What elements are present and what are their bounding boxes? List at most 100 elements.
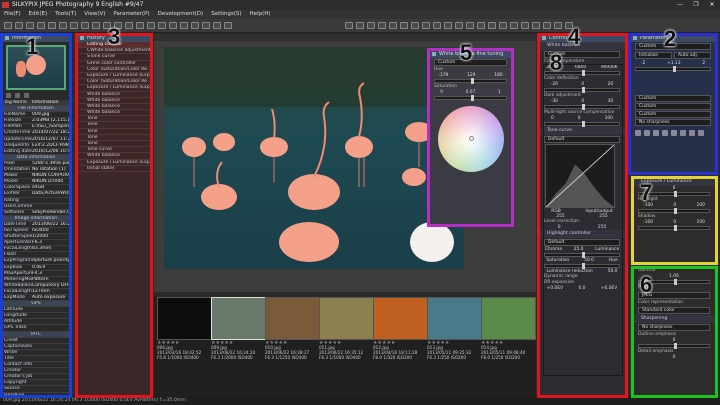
saturation-slider[interactable]: [544, 263, 620, 269]
minimize-button[interactable]: —: [672, 0, 688, 10]
menu-file[interactable]: File(F): [4, 10, 21, 19]
dr-value[interactable]: 0.0: [578, 286, 585, 291]
param-select-4[interactable]: Custom: [635, 111, 711, 118]
toolbar-tool-icon[interactable]: [147, 22, 155, 29]
param-tool-icon[interactable]: [680, 130, 686, 136]
close-button[interactable]: ✕: [704, 0, 720, 10]
toolbar-tool-icon[interactable]: [26, 22, 34, 29]
thumbnail-image[interactable]: [265, 297, 320, 340]
toolbar-tool-icon[interactable]: [15, 22, 23, 29]
popup-saturation-slider[interactable]: [434, 95, 507, 101]
toolbar-tool-icon[interactable]: [48, 22, 56, 29]
toolbar-tool-icon[interactable]: [81, 22, 89, 29]
toolbar-tool-icon[interactable]: [455, 22, 463, 29]
toolbar-tool-icon[interactable]: [125, 22, 133, 29]
maximize-button[interactable]: ❐: [688, 0, 704, 10]
lum-red-value[interactable]: 50.0: [608, 269, 618, 274]
menu-edit[interactable]: Edit(E): [29, 10, 47, 19]
toolbar-tool-icon[interactable]: [213, 22, 221, 29]
exposure-bias-slider[interactable]: [635, 66, 711, 72]
color-deflection-slider[interactable]: [544, 87, 620, 93]
thumbnail-image[interactable]: [211, 297, 266, 340]
initialize-button[interactable]: Initialize: [635, 52, 672, 59]
toolbar-tool-icon[interactable]: [136, 22, 144, 29]
list-icon[interactable]: [15, 93, 20, 98]
param-tool-icon[interactable]: [644, 130, 650, 136]
param-tool-icon[interactable]: [698, 130, 704, 136]
tag-icon[interactable]: [6, 93, 11, 98]
toolbar-tool-icon[interactable]: [466, 22, 474, 29]
dark-adjustment-slider[interactable]: [544, 104, 620, 110]
toolbar-tool-icon[interactable]: [433, 22, 441, 29]
tone-curve-graph[interactable]: [545, 144, 615, 208]
toolbar-tool-icon[interactable]: [444, 22, 452, 29]
param-tool-icon[interactable]: [653, 130, 659, 136]
toolbar-tool-icon[interactable]: [59, 22, 67, 29]
toolbar-tool-icon[interactable]: [378, 22, 386, 29]
saturation-value[interactable]: 50.0: [584, 258, 594, 263]
thumbnail-item[interactable]: ★★★★★ 011.jpg 2013/06/22 16:35:12 F6.3 1/…: [319, 297, 374, 382]
white-balance-section[interactable]: White balance: [539, 42, 625, 50]
chroma-slider[interactable]: [544, 252, 620, 258]
output-value[interactable]: 255: [599, 214, 607, 219]
toolbar-tool-icon[interactable]: [367, 22, 375, 29]
sharpening-section[interactable]: Sharpening: [633, 315, 715, 323]
toolbar-tool-icon[interactable]: [488, 22, 496, 29]
toolbar-tool-icon[interactable]: [202, 22, 210, 29]
toolbar-tool-icon[interactable]: [400, 22, 408, 29]
toolbar-tool-icon[interactable]: [477, 22, 485, 29]
param-tool-icon[interactable]: [662, 130, 668, 136]
crosshair-icon[interactable]: [468, 136, 474, 141]
thumbnail-item[interactable]: ★★★★★ 006.jpg 2013/03/16 18:42:52 F5.6 1/…: [157, 297, 212, 382]
toolbar-tool-icon[interactable]: [411, 22, 419, 29]
tone-curve-section[interactable]: Tone curve: [539, 127, 625, 135]
thumbnail-image[interactable]: [481, 297, 536, 340]
toolbar-tool-icon[interactable]: [521, 22, 529, 29]
toolbar-tool-icon[interactable]: [4, 22, 12, 29]
shadow-slider[interactable]: [638, 225, 710, 231]
toolbar-tool-icon[interactable]: [191, 22, 199, 29]
toolbar-tool-icon[interactable]: [510, 22, 518, 29]
toolbar-tool-icon[interactable]: [532, 22, 540, 29]
thumbnail-image[interactable]: [427, 297, 482, 340]
menu-help[interactable]: Help(H): [250, 10, 271, 19]
map-icon[interactable]: [24, 93, 29, 98]
toolbar-tool-icon[interactable]: [180, 22, 188, 29]
param-tool-icon[interactable]: [671, 130, 677, 136]
param-select-3[interactable]: Custom: [635, 103, 711, 110]
thumbnail-item[interactable]: ★★★★★ 013.jpg 2013/05/11 09:25:32 F6.3 1/…: [427, 297, 482, 382]
toolbar-tool-icon[interactable]: [389, 22, 397, 29]
auto-adjust-button[interactable]: Auto adj.: [674, 52, 711, 59]
preview-photo[interactable]: [164, 47, 464, 269]
toolbar-tool-icon[interactable]: [499, 22, 507, 29]
history-item[interactable]: Initial state): [77, 166, 151, 172]
color-representation-select[interactable]: Standard color: [638, 307, 710, 314]
thumbnail-image[interactable]: [319, 297, 374, 340]
toolbar-tool-icon[interactable]: [70, 22, 78, 29]
thumbnail-image[interactable]: [157, 297, 212, 340]
param-select-2[interactable]: Custom: [635, 95, 711, 102]
param-tool-icon[interactable]: [635, 130, 641, 136]
level-high[interactable]: 255: [598, 225, 606, 230]
toolbar-tool-icon[interactable]: [554, 22, 562, 29]
highlight-controller-section[interactable]: Highlight controller: [539, 230, 625, 238]
sharpening-preset-select[interactable]: No sharpness: [638, 324, 710, 331]
toolbar-tool-icon[interactable]: [345, 22, 353, 29]
menu-settings[interactable]: Settings(S): [211, 10, 241, 19]
thumbnail-item[interactable]: ★★★★★ 014.jpg 2013/05/11 09:48:40 F8.0 1/…: [481, 297, 536, 382]
toolbar-tool-icon[interactable]: [356, 22, 364, 29]
hl-preset-select[interactable]: Default: [544, 239, 620, 246]
sharpness-select[interactable]: No sharpness: [635, 119, 711, 126]
menu-tools[interactable]: Tools(T): [55, 10, 76, 19]
thumbnail-item[interactable]: ★★★★★ 012.jpg 2013/04/10 18:11:28 F8.0 1/…: [373, 297, 428, 382]
thumbnail-image[interactable]: [373, 297, 428, 340]
highlight-slider[interactable]: [638, 208, 710, 214]
toolbar-tool-icon[interactable]: [422, 22, 430, 29]
menu-development[interactable]: Development(D): [158, 10, 204, 19]
thumbnail-item[interactable]: ★★★★★ 009.jpg 2013/06/22 16:24:24 F6.3 1/…: [211, 297, 266, 382]
color-wheel[interactable]: [437, 106, 504, 172]
toolbar-tool-icon[interactable]: [543, 22, 551, 29]
toolbar-tool-icon[interactable]: [92, 22, 100, 29]
toolbar-tool-icon[interactable]: [158, 22, 166, 29]
menu-parameter[interactable]: Parameter(P): [113, 10, 149, 19]
